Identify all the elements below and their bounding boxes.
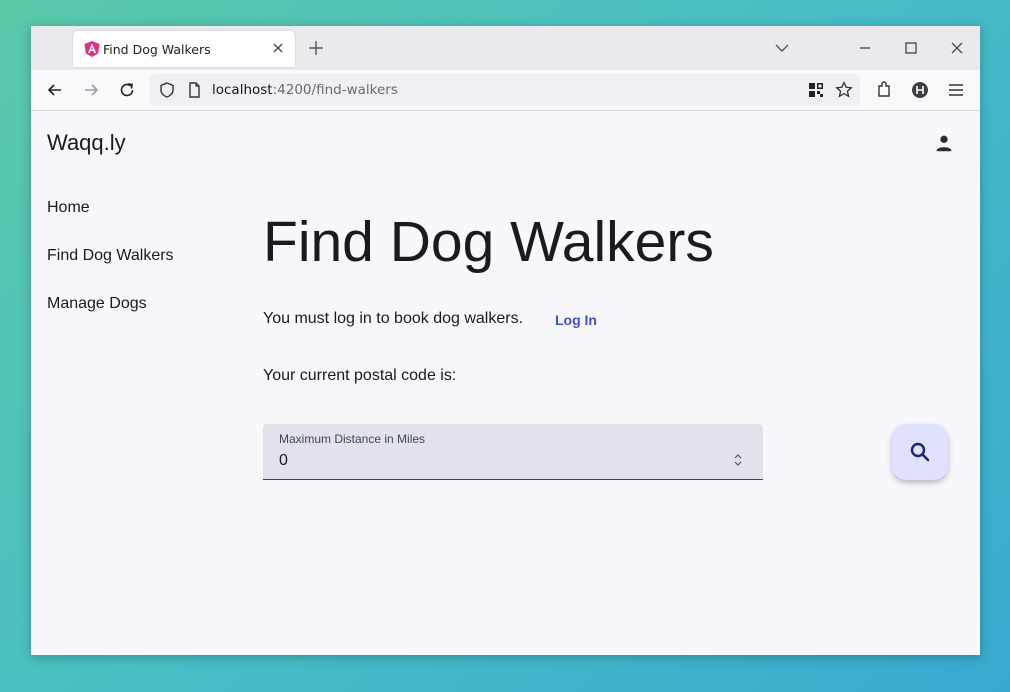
tab-bar: Find Dog Walkers bbox=[31, 26, 980, 70]
qr-code-icon[interactable] bbox=[806, 80, 826, 100]
browser-tab[interactable]: Find Dog Walkers bbox=[73, 31, 295, 67]
extensions-icon[interactable] bbox=[874, 80, 894, 100]
account-icon[interactable] bbox=[933, 132, 955, 154]
url-path: :4200/find-walkers bbox=[272, 82, 398, 98]
url-host: localhost bbox=[212, 82, 273, 98]
max-distance-label: Maximum Distance in Miles bbox=[279, 432, 426, 446]
navigation-toolbar: localhost:4200/find-walkers bbox=[31, 70, 980, 111]
sidebar-item-find-dog-walkers[interactable]: Find Dog Walkers bbox=[47, 247, 174, 265]
login-button[interactable]: Log In bbox=[555, 312, 597, 328]
tab-title: Find Dog Walkers bbox=[103, 42, 211, 57]
max-distance-field[interactable]: Maximum Distance in Miles bbox=[263, 424, 763, 480]
profile-avatar-icon[interactable] bbox=[910, 80, 930, 100]
chevron-down-icon[interactable] bbox=[774, 40, 790, 56]
menu-icon[interactable] bbox=[946, 80, 966, 100]
browser-window: Find Dog Walkers localhost:4200/find-wal… bbox=[31, 26, 980, 655]
forward-icon[interactable] bbox=[81, 80, 101, 100]
maximize-icon[interactable] bbox=[902, 39, 920, 57]
search-button[interactable] bbox=[892, 424, 948, 480]
postal-code-text: Your current postal code is: bbox=[263, 367, 457, 384]
back-icon[interactable] bbox=[45, 80, 65, 100]
url-text[interactable]: localhost:4200/find-walkers bbox=[212, 82, 398, 98]
shield-icon[interactable] bbox=[157, 80, 177, 100]
star-icon[interactable] bbox=[834, 80, 854, 100]
minimize-icon[interactable] bbox=[856, 39, 874, 57]
number-spinner-icon[interactable] bbox=[731, 450, 745, 470]
close-window-icon[interactable] bbox=[948, 39, 966, 57]
close-tab-icon[interactable] bbox=[270, 40, 286, 56]
page-icon[interactable] bbox=[184, 80, 204, 100]
login-message: You must log in to book dog walkers. bbox=[263, 310, 524, 327]
sidebar-item-home[interactable]: Home bbox=[47, 199, 90, 217]
search-icon bbox=[910, 442, 930, 462]
app-brand[interactable]: Waqq.ly bbox=[47, 130, 126, 156]
max-distance-input[interactable] bbox=[279, 450, 719, 472]
address-bar[interactable]: localhost:4200/find-walkers bbox=[150, 74, 860, 106]
reload-icon[interactable] bbox=[117, 80, 137, 100]
new-tab-icon[interactable] bbox=[307, 39, 325, 57]
sidebar-item-manage-dogs[interactable]: Manage Dogs bbox=[47, 295, 147, 313]
angular-icon bbox=[84, 41, 100, 57]
app-page: Waqq.ly Home Find Dog Walkers Manage Dog… bbox=[31, 111, 980, 655]
page-title: Find Dog Walkers bbox=[263, 210, 714, 274]
